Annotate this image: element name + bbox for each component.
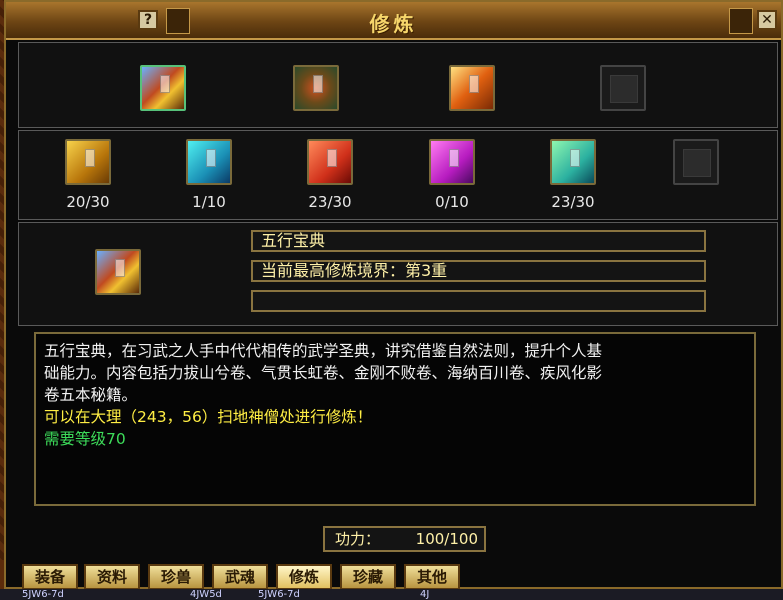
strip-text-2: 4JW5d	[190, 589, 222, 600]
yellow-book-icon	[67, 141, 109, 183]
tab-cultivation[interactable]: 修炼	[276, 564, 332, 590]
window-title: 修炼	[369, 12, 418, 36]
tab-equipment[interactable]: 装备	[22, 564, 78, 590]
scroll-bundle-icon	[295, 67, 337, 109]
extra-field	[251, 290, 706, 312]
volume-count-4: 0/10	[435, 193, 469, 211]
location-hint: 可以在大理（243，56）扫地神僧处进行修炼！	[44, 408, 373, 426]
slot-golden-scroll-bundle[interactable]	[449, 65, 495, 111]
tab-other[interactable]: 其他	[404, 564, 460, 590]
volume-slot-5[interactable]	[550, 139, 596, 185]
cultivation-window: ? 修炼 ✕ 20/30 1/10 23/30 0/10 23/30 五行宝典 …	[4, 0, 783, 590]
category-panel	[18, 42, 778, 128]
book-name-field: 五行宝典	[251, 230, 706, 252]
slot-empty[interactable]	[600, 65, 646, 111]
volume-slot-3[interactable]	[307, 139, 353, 185]
power-label: 功力：	[335, 530, 381, 548]
red-book-icon	[309, 141, 351, 183]
purple-book-icon	[431, 141, 473, 183]
golden-scroll-bundle-icon	[451, 67, 493, 109]
tab-martial-soul[interactable]: 武魂	[212, 564, 268, 590]
description-box: 五行宝典，在习武之人手中代代相传的武学圣典，讲究借鉴自然法则，提升个人基 础能力…	[34, 332, 756, 506]
tab-pets[interactable]: 珍兽	[148, 564, 204, 590]
strip-text-4: 4J	[420, 589, 430, 600]
tab-profile[interactable]: 资料	[84, 564, 140, 590]
volumes-panel: 20/30 1/10 23/30 0/10 23/30	[18, 130, 778, 220]
slot-scroll-bundle[interactable]	[293, 65, 339, 111]
green-book-icon	[552, 141, 594, 183]
strip-text-3: 5JW6-7d	[258, 589, 300, 600]
close-button[interactable]: ✕	[757, 10, 777, 30]
realm-field: 当前最高修炼境界：第3重	[251, 260, 706, 282]
volume-count-3: 23/30	[308, 193, 352, 211]
volume-count-1: 20/30	[66, 193, 110, 211]
power-display: 功力： 100/100	[323, 526, 486, 552]
strip-text-1: 5JW6-7d	[22, 589, 64, 600]
description-line-1: 五行宝典，在习武之人手中代代相传的武学圣典，讲究借鉴自然法则，提升个人基	[44, 342, 603, 360]
description-line-3: 卷五本秘籍。	[44, 386, 138, 404]
book-stack-icon	[97, 251, 139, 293]
power-value: 100/100	[415, 530, 478, 548]
volume-count-5: 23/30	[551, 193, 595, 211]
volume-slot-empty[interactable]	[673, 139, 719, 185]
volume-slot-2[interactable]	[186, 139, 232, 185]
title-ornament-right	[729, 8, 753, 34]
volume-count-2: 1/10	[192, 193, 226, 211]
book-stack-icon	[142, 67, 184, 109]
slot-five-elements-book[interactable]	[140, 65, 186, 111]
tab-collection[interactable]: 珍藏	[340, 564, 396, 590]
volume-slot-1[interactable]	[65, 139, 111, 185]
status-strip: 5JW6-7d 4JW5d 5JW6-7d 4J	[0, 589, 783, 600]
title-bar[interactable]: ? 修炼 ✕	[6, 2, 781, 40]
level-requirement: 需要等级70	[44, 430, 126, 448]
cyan-book-icon	[188, 141, 230, 183]
selected-book-slot	[95, 249, 141, 295]
volume-slot-4[interactable]	[429, 139, 475, 185]
description-line-2: 础能力。内容包括力拔山兮卷、气贯长虹卷、金刚不败卷、海纳百川卷、疾风化影	[44, 364, 603, 382]
